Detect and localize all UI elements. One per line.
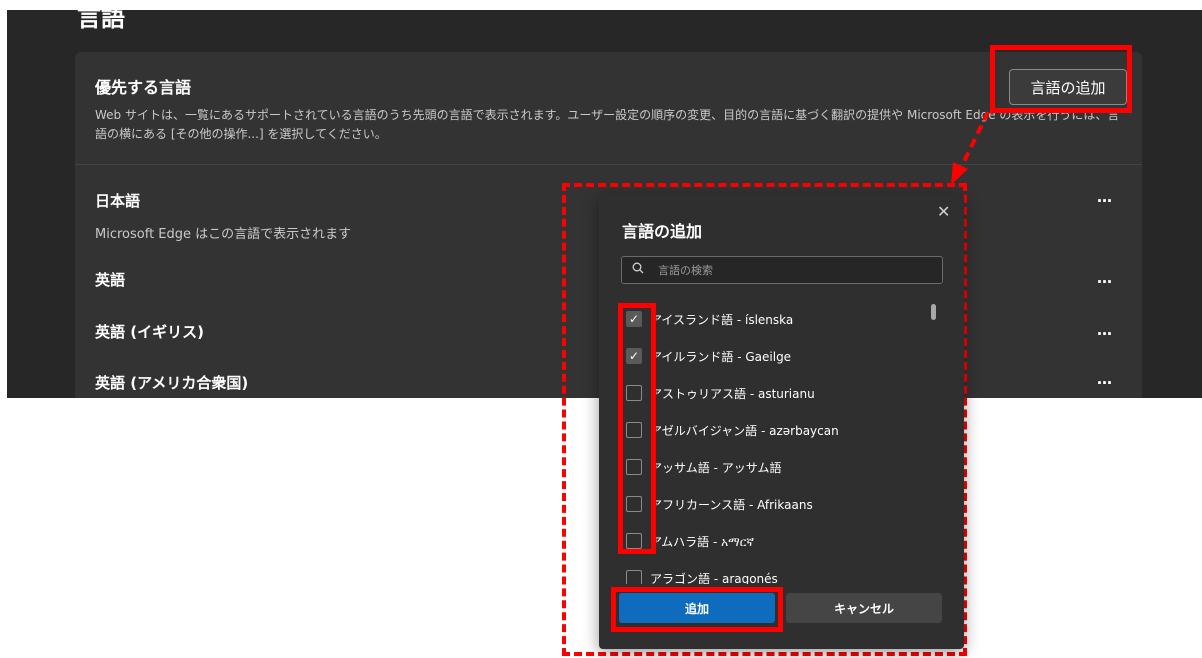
annotation-highlight-add-button (611, 587, 783, 632)
list-item-label: アラゴン語 - aragonés (650, 571, 778, 585)
cancel-button[interactable]: キャンセル (786, 593, 942, 623)
list-item-label: アイルランド語 - Gaeilge (650, 349, 792, 364)
list-item-label: アッサム語 - アッサム語 (650, 460, 782, 475)
checkbox[interactable] (626, 570, 642, 584)
list-item-label: アフリカーンス語 - Afrikaans (650, 497, 813, 512)
list-item-label: アストゥリアス語 - asturianu (650, 386, 815, 401)
close-icon[interactable]: ✕ (937, 202, 950, 221)
search-box[interactable] (621, 256, 943, 284)
dialog-title: 言語の追加 (622, 222, 703, 241)
search-input[interactable] (656, 262, 930, 278)
search-icon (632, 262, 648, 278)
list-item[interactable]: アゼルバイジャン語 - azərbaycan (626, 419, 839, 441)
list-item[interactable]: アラゴン語 - aragonés (626, 567, 778, 584)
list-item-label: アイスランド語 - íslenska (650, 312, 794, 327)
list-item-label: アムハラ語 - አማርኛ (650, 534, 754, 549)
scrollbar-thumb[interactable] (931, 304, 936, 320)
list-item-label: アゼルバイジャン語 - azərbaycan (650, 423, 839, 438)
annotation-highlight-checkboxes (618, 303, 656, 554)
